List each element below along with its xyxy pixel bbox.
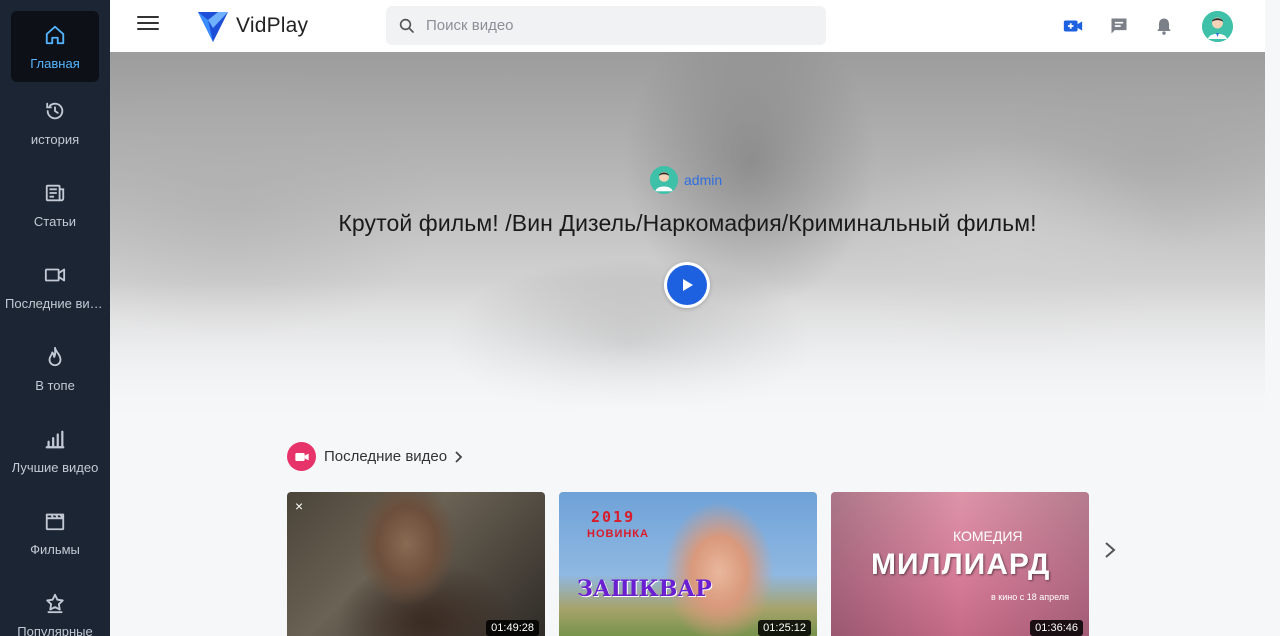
home-icon	[43, 23, 67, 47]
sidebar-item-popular[interactable]: Популярные	[0, 574, 110, 636]
sidebar-item-label: Фильмы	[30, 542, 80, 557]
close-icon[interactable]: ×	[295, 498, 303, 514]
search-icon	[399, 18, 414, 33]
sidebar-item-label: Главная	[30, 55, 80, 71]
video-card[interactable]: × 01:49:28	[287, 492, 545, 636]
chevron-right-icon	[1105, 542, 1116, 558]
hamburger-icon	[137, 16, 159, 18]
messages-button[interactable]	[1107, 14, 1131, 38]
sidebar-item-label: Последние видео	[5, 296, 105, 311]
messages-icon	[1111, 18, 1127, 34]
sidebar-item-history[interactable]: история	[0, 82, 110, 164]
user-avatar-icon	[1202, 11, 1233, 42]
sidebar-item-trending[interactable]: В топе	[0, 328, 110, 410]
author-avatar	[650, 166, 678, 194]
sidebar-item-best-videos[interactable]: Лучшие видео	[0, 410, 110, 492]
sidebar-item-movies[interactable]: Фильмы	[0, 492, 110, 574]
thumbnail-text: ЗАШКВАР	[577, 576, 712, 602]
video-duration: 01:36:46	[1030, 620, 1083, 636]
vidplay-logo-icon	[198, 12, 228, 42]
latest-videos-header[interactable]: Последние видео	[287, 442, 463, 471]
video-card[interactable]: 2019 НОВИНКА ЗАШКВАР 01:25:12	[559, 492, 817, 636]
play-icon	[683, 279, 693, 291]
add-video-button[interactable]	[1061, 14, 1085, 38]
thumbnail-text: в кино с 18 апреля	[991, 592, 1069, 602]
video-card[interactable]: КОМЕДИЯ МИЛЛИАРД в кино с 18 апреля 01:3…	[831, 492, 1089, 636]
section-title: Последние видео	[324, 448, 448, 465]
bell-icon	[1157, 18, 1171, 35]
video-camera-icon	[43, 263, 67, 287]
flame-icon	[43, 345, 67, 369]
thumbnail-text: НОВИНКА	[587, 528, 649, 540]
sidebar-item-label: история	[30, 132, 80, 147]
clapperboard-icon	[43, 509, 67, 533]
add-video-icon	[1063, 20, 1083, 32]
thumbnail-text: МИЛЛИАРД	[871, 548, 1051, 581]
sidebar-item-articles[interactable]: Статьи	[0, 164, 110, 246]
search-input[interactable]	[426, 17, 806, 34]
hero-author[interactable]: admin	[650, 166, 722, 194]
chevron-right-icon	[455, 450, 463, 463]
bar-chart-icon	[43, 427, 67, 451]
logo[interactable]: VidPlay	[196, 8, 308, 44]
notifications-button[interactable]	[1152, 14, 1176, 38]
thumbnail-text: 2019	[591, 508, 636, 526]
video-camera-icon	[287, 442, 316, 471]
menu-toggle-button[interactable]	[137, 16, 159, 36]
user-avatar[interactable]	[1202, 11, 1233, 42]
sidebar: Главная история Статьи Последние видео В…	[0, 0, 110, 636]
app-name: VidPlay	[236, 14, 309, 37]
top-header: VidPlay	[110, 0, 1265, 52]
sidebar-item-latest-videos[interactable]: Последние видео	[0, 246, 110, 328]
hero-banner: admin Крутой фильм! /Вин Дизель/Наркомаф…	[110, 52, 1265, 420]
video-duration: 01:25:12	[758, 620, 811, 636]
author-name[interactable]: admin	[684, 172, 722, 188]
video-duration: 01:49:28	[486, 620, 539, 636]
sidebar-item-label: Статьи	[33, 214, 77, 229]
sidebar-item-label: В топе	[35, 378, 75, 393]
carousel-next-button[interactable]	[1100, 538, 1120, 562]
sidebar-item-home[interactable]: Главная	[11, 11, 99, 82]
article-icon	[43, 181, 67, 205]
thumbnail-text: КОМЕДИЯ	[953, 528, 1023, 544]
sidebar-item-label: Лучшие видео	[11, 460, 99, 475]
play-button[interactable]	[664, 262, 710, 308]
hero-title[interactable]: Крутой фильм! /Вин Дизель/Наркомафия/Кри…	[110, 210, 1265, 237]
star-badge-icon	[43, 591, 67, 615]
sidebar-item-label: Популярные	[17, 624, 93, 636]
search-bar[interactable]	[386, 6, 826, 45]
history-icon	[43, 99, 67, 123]
